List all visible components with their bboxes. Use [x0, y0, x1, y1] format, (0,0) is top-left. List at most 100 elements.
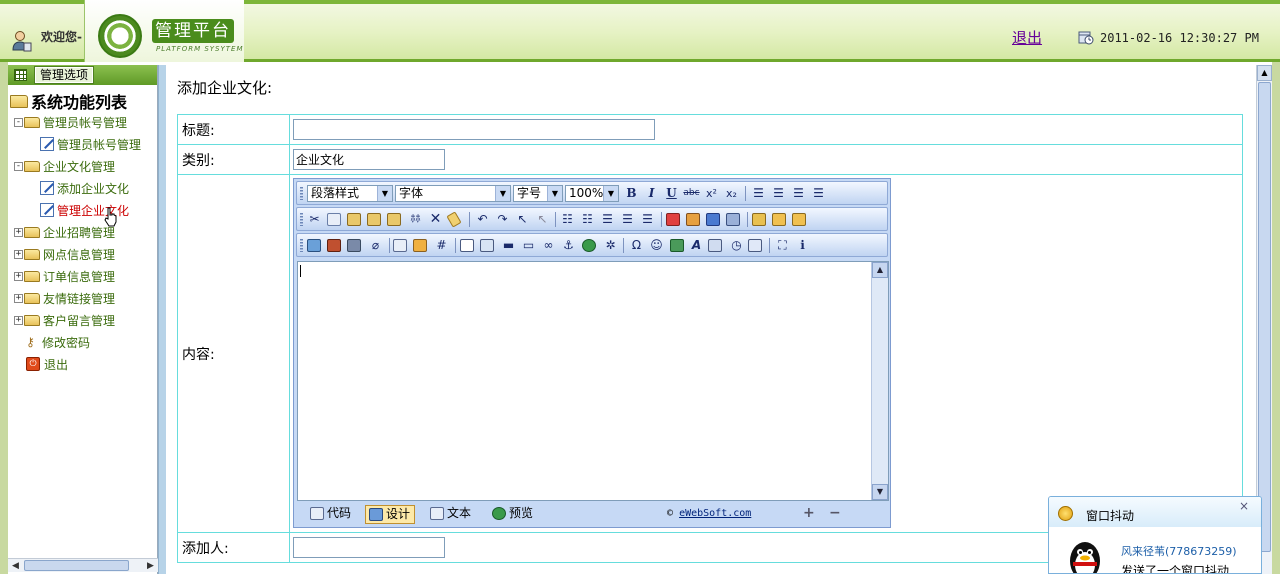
- ordered-list-icon[interactable]: ☷: [559, 211, 576, 228]
- layer-icon[interactable]: [752, 213, 766, 226]
- scroll-left-icon[interactable]: ◀: [9, 560, 22, 572]
- paragraph-icon[interactable]: ☰: [639, 211, 656, 228]
- emoticon-icon[interactable]: ☺: [648, 237, 665, 254]
- clean-format-icon[interactable]: [446, 211, 462, 228]
- zoom-select[interactable]: 100% ▼: [565, 185, 619, 202]
- tree-leaf-change-password[interactable]: ⚷ 修改密码: [8, 331, 157, 353]
- marquee-icon[interactable]: ▭: [520, 237, 537, 254]
- find-icon[interactable]: ﾎﾎ: [407, 211, 424, 228]
- delete-icon[interactable]: ✕: [427, 211, 444, 228]
- collapse-icon[interactable]: -: [14, 161, 23, 171]
- outdent-icon[interactable]: ☰: [619, 211, 636, 228]
- expand-icon[interactable]: +: [14, 293, 23, 303]
- link-icon[interactable]: ∞: [540, 237, 557, 254]
- paste-text-icon[interactable]: [367, 213, 381, 226]
- tree-node-messages[interactable]: + 客户留言管理: [8, 309, 157, 331]
- title-input[interactable]: [293, 119, 655, 140]
- table-menu-icon[interactable]: [413, 239, 427, 252]
- tree-leaf-exit[interactable]: ⏻ 退出: [8, 353, 157, 375]
- scroll-up-icon[interactable]: ▲: [872, 262, 888, 278]
- tree-node-recruitment[interactable]: + 企业招聘管理: [8, 221, 157, 243]
- close-icon[interactable]: ×: [1237, 499, 1251, 513]
- tree-node-culture[interactable]: - 企业文化管理: [8, 155, 157, 177]
- mode-preview-tab[interactable]: 预览: [489, 505, 537, 524]
- adder-input[interactable]: [293, 537, 445, 558]
- font-size-select[interactable]: 字号 ▼: [513, 185, 563, 202]
- expand-icon[interactable]: +: [14, 227, 23, 237]
- ewebsoft-link[interactable]: eWebSoft.com: [679, 508, 751, 519]
- bullet-list-icon[interactable]: ☷: [579, 211, 596, 228]
- horizontal-rule-icon[interactable]: ▬: [500, 237, 517, 254]
- manage-options-button[interactable]: 管理选项: [33, 66, 95, 84]
- editor-vertical-scrollbar[interactable]: ▲ ▼: [871, 262, 888, 500]
- paragraph-style-select[interactable]: 段落样式 ▼: [307, 185, 393, 202]
- tree-leaf-manage-culture[interactable]: 管理企业文化: [8, 199, 157, 221]
- cut-icon[interactable]: ✂: [306, 211, 323, 228]
- align-left-icon[interactable]: ☰: [750, 185, 767, 202]
- paste-word-icon[interactable]: [387, 213, 401, 226]
- sidebar-horizontal-scrollbar[interactable]: ◀ ▶: [8, 558, 158, 572]
- block-style-icon[interactable]: [726, 213, 740, 226]
- expand-icon[interactable]: +: [14, 315, 23, 325]
- attachment-icon[interactable]: ⌀: [367, 237, 384, 254]
- zoom-out-icon[interactable]: −: [829, 506, 841, 520]
- paste-icon[interactable]: [347, 213, 361, 226]
- indent-icon[interactable]: ☰: [599, 211, 616, 228]
- qq-notification-popup[interactable]: 窗口抖动 × 风来径苇(778673259) 发送了一个窗口抖动: [1048, 496, 1262, 574]
- scroll-up-icon[interactable]: ▲: [1257, 65, 1272, 81]
- scroll-thumb[interactable]: [24, 560, 129, 571]
- mode-design-tab[interactable]: 设计: [365, 505, 416, 524]
- align-center-icon[interactable]: ☰: [770, 185, 787, 202]
- mode-code-tab[interactable]: 代码: [307, 505, 355, 524]
- mode-text-tab[interactable]: 文本: [427, 505, 475, 524]
- insert-table-icon[interactable]: [393, 239, 407, 252]
- insert-excel-icon[interactable]: [670, 239, 684, 252]
- underline-button[interactable]: U: [663, 185, 680, 202]
- bold-button[interactable]: B: [623, 185, 640, 202]
- copy-icon[interactable]: [327, 213, 341, 226]
- zoom-in-icon[interactable]: +: [803, 506, 815, 520]
- unselect-icon[interactable]: ↖: [534, 211, 551, 228]
- about-info-icon[interactable]: ℹ: [794, 237, 811, 254]
- layer-forward-icon[interactable]: [772, 213, 786, 226]
- select-all-icon[interactable]: ↖: [514, 211, 531, 228]
- insert-flash-icon[interactable]: [327, 239, 341, 252]
- special-char-icon[interactable]: Ω: [628, 237, 645, 254]
- category-input[interactable]: [293, 149, 445, 170]
- logout-link[interactable]: 退出: [1012, 27, 1042, 48]
- tree-leaf-admin-account[interactable]: 管理员帐号管理: [8, 133, 157, 155]
- layer-backward-icon[interactable]: [792, 213, 806, 226]
- tree-node-links[interactable]: + 友情链接管理: [8, 287, 157, 309]
- unlink-icon[interactable]: ✲: [602, 237, 619, 254]
- editor-content-area[interactable]: ▲ ▼: [297, 261, 889, 501]
- frame-splitter[interactable]: [158, 65, 166, 574]
- tree-node-outlets[interactable]: + 网点信息管理: [8, 243, 157, 265]
- scroll-down-icon[interactable]: ▼: [872, 484, 888, 500]
- highlight-icon[interactable]: [686, 213, 700, 226]
- scroll-thumb[interactable]: [1258, 82, 1271, 552]
- expand-icon[interactable]: +: [14, 249, 23, 259]
- insert-form-icon[interactable]: [480, 239, 494, 252]
- tree-leaf-add-culture[interactable]: 添加企业文化: [8, 177, 157, 199]
- strikethrough-button[interactable]: abc: [683, 185, 700, 202]
- fullscreen-icon[interactable]: ⛶: [774, 237, 791, 254]
- qq-sender-name[interactable]: 风来径苇(778673259): [1121, 543, 1237, 559]
- hyperlink-globe-icon[interactable]: [582, 239, 596, 252]
- redo-icon[interactable]: ↷: [494, 211, 511, 228]
- anchor-icon[interactable]: ⚓: [560, 237, 577, 254]
- tree-root[interactable]: 系统功能列表: [8, 91, 157, 112]
- tree-node-admin-account[interactable]: - 管理员帐号管理: [8, 111, 157, 133]
- expand-icon[interactable]: +: [14, 271, 23, 281]
- superscript-button[interactable]: x²: [703, 185, 720, 202]
- insert-time-icon[interactable]: ◷: [728, 237, 745, 254]
- font-color-icon[interactable]: [666, 213, 680, 226]
- bold-block-icon[interactable]: [706, 213, 720, 226]
- subscript-button[interactable]: x₂: [723, 185, 740, 202]
- scroll-right-icon[interactable]: ▶: [144, 560, 157, 572]
- insert-image-icon[interactable]: [307, 239, 321, 252]
- grid-icon[interactable]: #: [433, 237, 450, 254]
- insert-media-icon[interactable]: [347, 239, 361, 252]
- collapse-icon[interactable]: -: [14, 117, 23, 127]
- insert-frame-icon[interactable]: [460, 239, 474, 252]
- insert-page-break-icon[interactable]: [748, 239, 762, 252]
